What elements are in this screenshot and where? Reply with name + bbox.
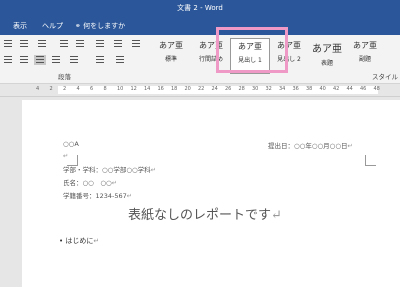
ruler-number: 26: [225, 86, 232, 92]
ruler-number: 30: [252, 86, 259, 92]
ruler-number: 14: [144, 86, 151, 92]
tell-me-label: 何をしますか: [83, 22, 126, 30]
crop-mark-top-right: [365, 155, 376, 166]
style-name: 副題: [358, 56, 371, 63]
window-title: 文書 2 - Word: [177, 4, 223, 12]
horizontal-ruler[interactable]: 4 2 2 4 6 8 10 12 14 16 18 20 22 24 26 28 30 32 34 36 38 40 42…: [0, 84, 400, 97]
style-sample: あア亜: [353, 41, 377, 50]
align-center-icon[interactable]: [18, 55, 30, 65]
paragraph-mark: ↵: [111, 179, 118, 187]
ruler-number: 10: [117, 86, 124, 92]
ribbon: 段落 あア亜 標準 あア亜 行間詰め あア亜 見出し 1 あア亜 見出し 2 あ…: [0, 35, 400, 84]
style-sample: あア亜: [312, 44, 342, 55]
doc-line-4: 氏名：○○ ○○↵: [63, 177, 117, 187]
ruler-number: 8: [103, 86, 107, 92]
doc-line-1-left: ○○A: [63, 140, 79, 148]
ruler-number: 44: [346, 86, 353, 92]
ruler-number: 48: [373, 86, 380, 92]
line-spacing-icon[interactable]: [68, 55, 80, 65]
ruler-number: 36: [292, 86, 299, 92]
align-left-icon[interactable]: [2, 55, 14, 65]
borders-icon[interactable]: [114, 55, 126, 65]
distributed-icon[interactable]: [50, 55, 62, 65]
style-sample: あア亜: [159, 41, 183, 50]
style-name: 標準: [164, 56, 177, 63]
ruler-number: 6: [90, 86, 94, 92]
multilevel-list-icon[interactable]: [36, 38, 48, 48]
ruler-number: 38: [306, 86, 313, 92]
paragraph-mark: ↵: [347, 142, 353, 150]
numbering-icon[interactable]: [18, 38, 30, 48]
bullet-text: はじめに: [65, 237, 94, 245]
ruler-number: 46: [360, 86, 367, 92]
style-normal[interactable]: あア亜 標準: [152, 38, 190, 72]
ruler-number: 32: [265, 86, 272, 92]
style-title[interactable]: あア亜 表題: [308, 38, 346, 72]
doc-bullet-item: • はじめに↵: [59, 236, 99, 246]
increase-indent-icon[interactable]: [74, 38, 86, 48]
ruler-number: 2: [49, 86, 53, 92]
lightbulb-icon: ⚭: [75, 22, 81, 30]
ruler-number: 42: [333, 86, 340, 92]
department: 学部・学科：○○学部○○学科: [63, 166, 151, 174]
doc-line-3: 学部・学科：○○学部○○学科↵: [63, 164, 156, 174]
ruler-number: 40: [319, 86, 326, 92]
paragraph-mark: ↵: [93, 237, 100, 245]
bullet-point: •: [59, 237, 64, 245]
ruler-number: 4: [76, 86, 80, 92]
ruler-number: 22: [198, 86, 205, 92]
doc-empty-line: ↵: [63, 152, 69, 160]
sort-icon[interactable]: [112, 38, 124, 48]
ruler-number: 16: [157, 86, 164, 92]
bullets-icon[interactable]: [2, 38, 14, 48]
justify-icon[interactable]: [34, 55, 46, 65]
styles-group-label: スタイル: [372, 73, 398, 81]
document-page[interactable]: ○○A 提出日：○○年○○月○○日↵ ↵ 学部・学科：○○学部○○学科↵ 氏名：…: [22, 100, 400, 287]
ruler-number: 2: [63, 86, 67, 92]
student-id: 学籍番号：1234-567: [63, 192, 127, 200]
paragraph-group: 段落: [0, 35, 150, 83]
title-text: 表紙なしのレポートです: [128, 208, 272, 223]
shading-icon[interactable]: [94, 55, 106, 65]
ruler-number: 20: [184, 86, 191, 92]
ruler-number: 28: [238, 86, 245, 92]
ruler-number: 34: [279, 86, 286, 92]
tab-help[interactable]: ヘルプ: [42, 21, 63, 31]
student-name: 氏名：○○ ○○: [63, 179, 112, 187]
ruler-number: 12: [130, 86, 137, 92]
paragraph-mark: ↵: [150, 166, 157, 174]
highlight-box: [216, 27, 288, 73]
paragraph-mark: ↵: [271, 208, 282, 223]
decrease-indent-icon[interactable]: [58, 38, 70, 48]
show-marks-icon[interactable]: [130, 38, 142, 48]
ruler-number: 24: [211, 86, 218, 92]
ruler-number: 18: [171, 86, 178, 92]
asian-layout-icon[interactable]: [94, 38, 106, 48]
tab-display[interactable]: 表示: [13, 21, 27, 31]
title-bar: 文書 2 - Word: [0, 0, 400, 16]
submission-date: 提出日：○○年○○月○○日: [268, 142, 348, 150]
paragraph-group-label: 段落: [58, 73, 71, 81]
doc-line-5: 学籍番号：1234-567↵: [63, 190, 132, 200]
style-name: 表題: [320, 60, 333, 67]
style-subtitle[interactable]: あア亜 副題: [346, 38, 384, 72]
doc-line-1-right: 提出日：○○年○○月○○日↵: [268, 140, 353, 150]
ribbon-tabs: 表示 ヘルプ ⚭ 何をしますか: [0, 16, 400, 35]
tell-me-box[interactable]: ⚭ 何をしますか: [75, 21, 125, 31]
paragraph-mark: ↵: [126, 192, 133, 200]
ruler-number: 4: [36, 86, 40, 92]
document-title: 表紙なしのレポートです↵: [128, 204, 282, 223]
